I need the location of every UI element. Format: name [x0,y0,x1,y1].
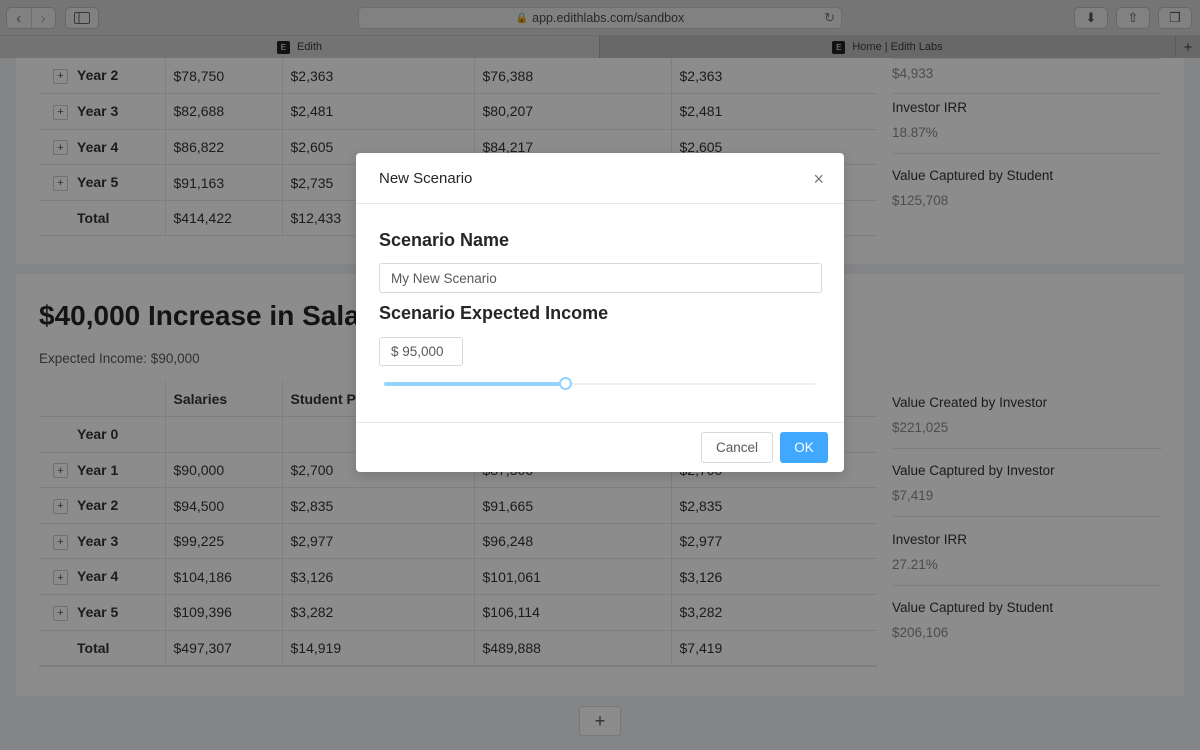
scenario-name-label: Scenario Name [379,230,510,250]
ok-button[interactable]: OK [780,432,828,463]
new-scenario-modal: New Scenario × Scenario Name Scenario Ex… [356,153,844,472]
modal-footer: Cancel OK [356,422,844,472]
modal-title: New Scenario [379,169,473,187]
income-slider[interactable] [384,377,815,391]
scenario-name-input[interactable] [379,263,822,293]
scenario-income-label: Scenario Expected Income [379,303,609,323]
close-icon[interactable]: × [813,170,824,188]
slider-track [384,382,566,386]
cancel-button[interactable]: Cancel [701,432,773,463]
slider-handle[interactable] [559,377,573,390]
modal-header: New Scenario [356,153,844,204]
income-number-input[interactable]: $ 95,000 [379,337,463,366]
